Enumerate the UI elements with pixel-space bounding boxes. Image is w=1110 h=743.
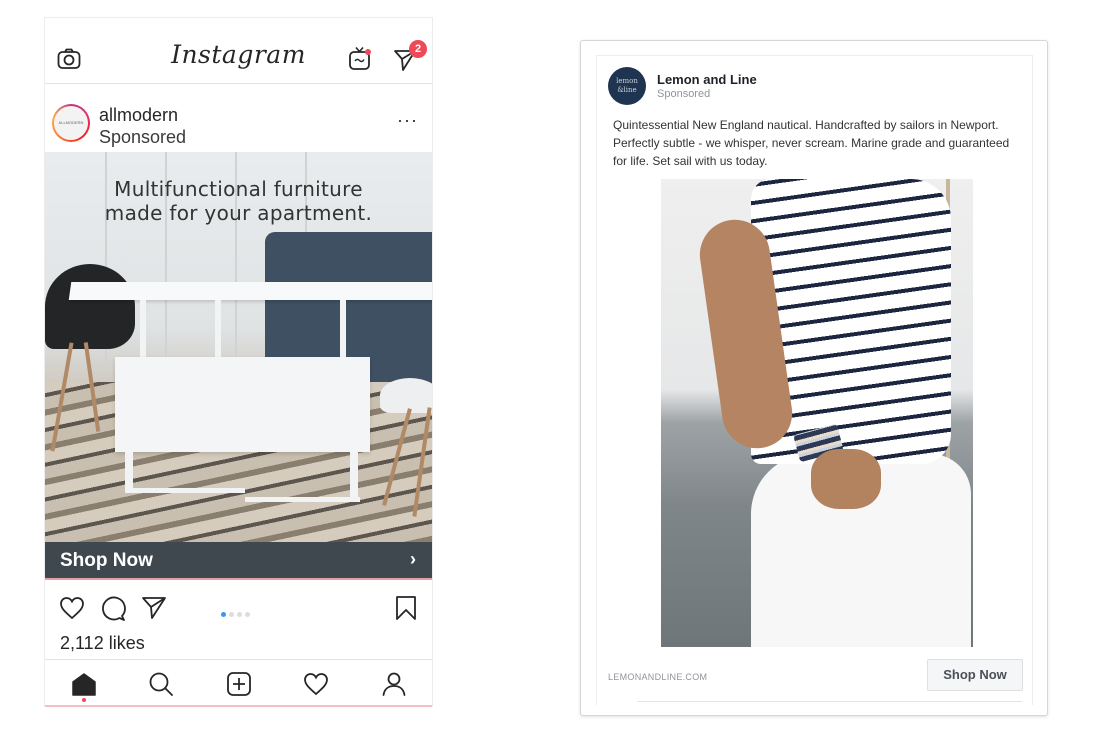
post-actions bbox=[45, 588, 432, 628]
link-domain[interactable]: LEMONANDLINE.COM bbox=[608, 672, 707, 682]
ad-body-text: Quintessential New England nautical. Han… bbox=[613, 118, 1010, 168]
table-graphic bbox=[68, 282, 432, 300]
shop-now-label: Shop Now bbox=[60, 550, 153, 571]
headline-line: Multifunctional furniture bbox=[114, 177, 363, 201]
activity-heart-icon[interactable] bbox=[303, 672, 329, 696]
like-heart-icon[interactable] bbox=[59, 596, 85, 620]
carousel-dot bbox=[221, 612, 226, 617]
avatar-logo-line: &line bbox=[617, 86, 637, 94]
chair-graphic bbox=[45, 264, 135, 349]
app-title: Instagram bbox=[171, 40, 306, 69]
avatar-logo: ALLMODERN bbox=[54, 106, 88, 140]
post-image[interactable]: Multifunctional furniture made for your … bbox=[45, 152, 432, 542]
profile-icon[interactable] bbox=[381, 671, 407, 697]
bookmark-icon[interactable] bbox=[395, 595, 417, 621]
active-indicator bbox=[82, 698, 86, 702]
instagram-ad-mockup: Instagram 2 ALLMODERN allmodern Sponsore… bbox=[44, 17, 433, 707]
igtv-icon[interactable] bbox=[348, 46, 372, 72]
instagram-top-bar: Instagram 2 bbox=[45, 18, 432, 84]
avatar-logo-line: lemon bbox=[616, 77, 638, 85]
chair-graphic bbox=[380, 378, 432, 413]
more-options-icon[interactable]: ··· bbox=[397, 110, 418, 131]
facebook-ad-mockup: lemon &line Lemon and Line Sponsored Qui… bbox=[580, 40, 1048, 716]
username[interactable]: allmodern bbox=[99, 105, 178, 126]
hand-graphic bbox=[811, 449, 881, 509]
home-icon[interactable] bbox=[71, 672, 97, 696]
sponsored-label: Sponsored bbox=[657, 88, 711, 100]
facebook-post-card: lemon &line Lemon and Line Sponsored Qui… bbox=[596, 55, 1033, 705]
likes-count[interactable]: 2,112 likes bbox=[60, 633, 145, 654]
headline-line: made for your apartment. bbox=[104, 201, 373, 225]
carousel-indicator bbox=[221, 604, 253, 622]
new-post-icon[interactable] bbox=[226, 671, 252, 697]
post-header: ALLMODERN allmodern Sponsored ··· bbox=[45, 84, 432, 152]
ad-photo[interactable] bbox=[661, 179, 973, 647]
avatar[interactable]: ALLMODERN bbox=[52, 104, 90, 142]
bottom-nav bbox=[45, 659, 432, 707]
image-headline: Multifunctional furniture made for your … bbox=[45, 177, 432, 225]
share-icon[interactable] bbox=[141, 596, 167, 620]
chevron-right-icon: › bbox=[410, 549, 416, 569]
page-name[interactable]: Lemon and Line bbox=[657, 72, 757, 87]
comment-icon[interactable] bbox=[100, 596, 126, 622]
carousel-dot bbox=[245, 612, 250, 617]
divider bbox=[637, 701, 1022, 702]
shop-now-button[interactable]: Shop Now bbox=[927, 659, 1023, 691]
search-icon[interactable] bbox=[148, 671, 174, 697]
table-base-graphic bbox=[115, 357, 370, 452]
sponsored-label: Sponsored bbox=[99, 127, 187, 147]
page-avatar[interactable]: lemon &line bbox=[608, 67, 646, 105]
shop-now-button[interactable]: Shop Now › bbox=[45, 542, 432, 580]
carousel-dot bbox=[237, 612, 242, 617]
notification-badge: 2 bbox=[409, 40, 427, 58]
carousel-dot bbox=[229, 612, 234, 617]
